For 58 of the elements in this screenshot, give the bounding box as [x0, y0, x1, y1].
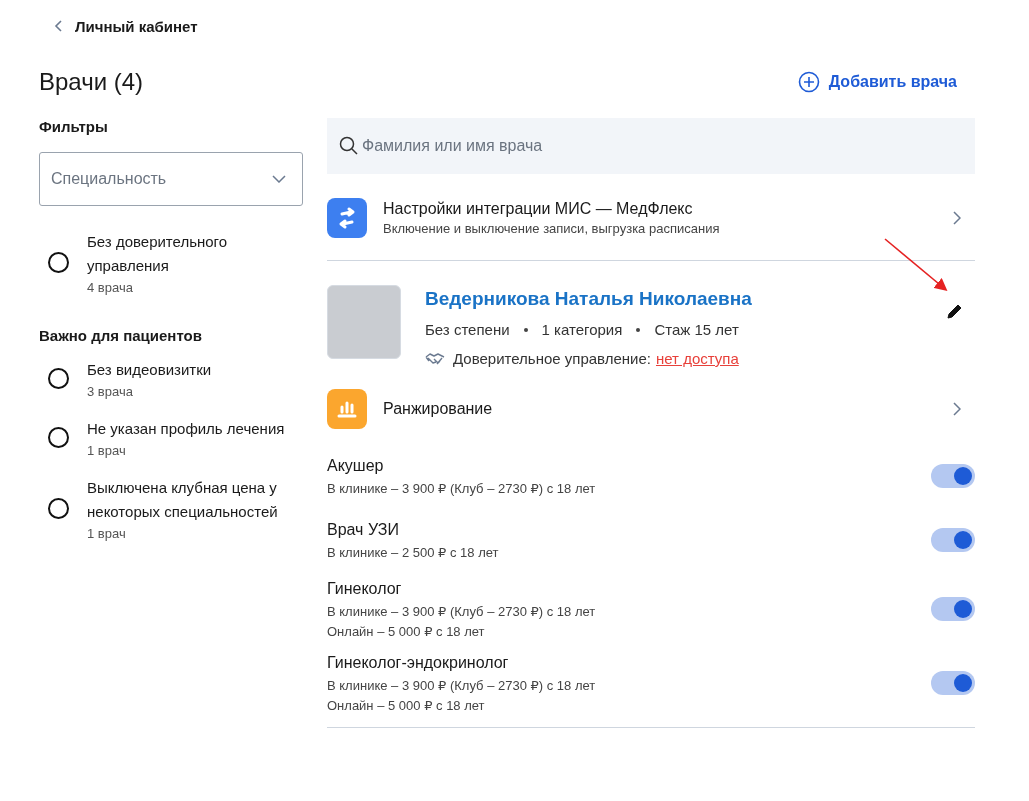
filter-count: 4 врача [87, 280, 134, 295]
trust-label: Доверительное управление: [453, 350, 651, 367]
specialty-price: Онлайн – 5 000 ₽ с 18 лет [327, 624, 486, 639]
page-title: Врачи (4) [39, 68, 144, 96]
specialty-name: Гинеколог [327, 579, 403, 599]
bullet-icon [636, 327, 641, 332]
plus-circle-icon [797, 71, 820, 93]
filter-label: Без видеовизитки [87, 360, 213, 380]
ranking-item[interactable]: Ранжирование [327, 367, 975, 451]
specialty-price: В клинике – 2 500 ₽ с 18 лет [327, 545, 499, 560]
toggle-switch[interactable] [931, 671, 975, 695]
specialty-name: Врач УЗИ [327, 520, 400, 540]
radio-button[interactable] [48, 368, 69, 389]
specialty-price: В клинике – 3 900 ₽ (Клуб – 2730 ₽) с 18 лет [327, 481, 596, 496]
doctor-fact: Стаж 15 лет [654, 321, 739, 338]
back-link[interactable]: Личный кабинет [53, 14, 975, 38]
bullet-icon [523, 327, 528, 332]
dropdown-placeholder: Специальность [51, 170, 167, 188]
ranking-label: Ранжирование [383, 400, 494, 418]
filter-label: Без доверительного управления [87, 232, 229, 276]
toggle-switch[interactable] [931, 597, 975, 621]
chevron-right-icon [953, 402, 961, 416]
chevron-left-icon [53, 19, 63, 33]
arrows-exchange-icon [327, 198, 367, 238]
search-icon [339, 136, 358, 155]
handshake-icon [425, 351, 445, 366]
toggle-switch[interactable] [931, 464, 975, 488]
integration-settings-item[interactable]: Настройки интеграции МИС — МедФлекс Включение и выключение записи, выгрузка расписания [327, 174, 975, 260]
specialty-dropdown[interactable]: Специальность [39, 152, 303, 206]
specialty-price: В клинике – 3 900 ₽ (Клуб – 2730 ₽) с 18 лет [327, 678, 596, 693]
radio-button[interactable] [48, 498, 69, 519]
filter-group-title: Важно для пациентов [39, 327, 203, 344]
doctor-name-link[interactable]: Ведерникова Наталья Николаевна [425, 288, 922, 310]
doctor-fact: Без степени [425, 321, 510, 338]
filter-label: Выключена клубная цена у некоторых специальностей [87, 478, 279, 522]
chevron-right-icon [953, 211, 961, 225]
filter-count: 1 врач [87, 443, 127, 458]
add-doctor-button[interactable]: Добавить врача [797, 71, 975, 93]
filter-count: 3 врача [87, 384, 134, 399]
filter-count: 1 врач [87, 526, 127, 541]
integration-title: Настройки интеграции МИС — МедФлекс [383, 200, 694, 218]
specialty-name: Гинеколог-эндокринолог [327, 653, 510, 673]
radio-button[interactable] [48, 427, 69, 448]
no-access-link[interactable]: нет доступа [656, 350, 739, 367]
specialty-name: Акушер [327, 456, 385, 476]
doctor-fact: 1 категория [541, 321, 623, 338]
radio-button[interactable] [48, 252, 69, 273]
integration-subtitle: Включение и выключение записи, выгрузка расписания [383, 221, 721, 236]
filter-label: Не указан профиль лечения [87, 419, 286, 439]
pencil-icon [946, 302, 963, 319]
bar-chart-icon [327, 389, 367, 429]
search-field[interactable]: Фамилия или имя врача [327, 118, 975, 174]
toggle-switch[interactable] [931, 528, 975, 552]
chevron-down-icon [272, 175, 286, 183]
edit-button[interactable] [946, 302, 963, 319]
specialty-price: Онлайн – 5 000 ₽ с 18 лет [327, 698, 486, 713]
specialty-price: В клинике – 3 900 ₽ (Клуб – 2730 ₽) с 18 лет [327, 604, 596, 619]
filters-title: Фильтры [39, 118, 109, 135]
